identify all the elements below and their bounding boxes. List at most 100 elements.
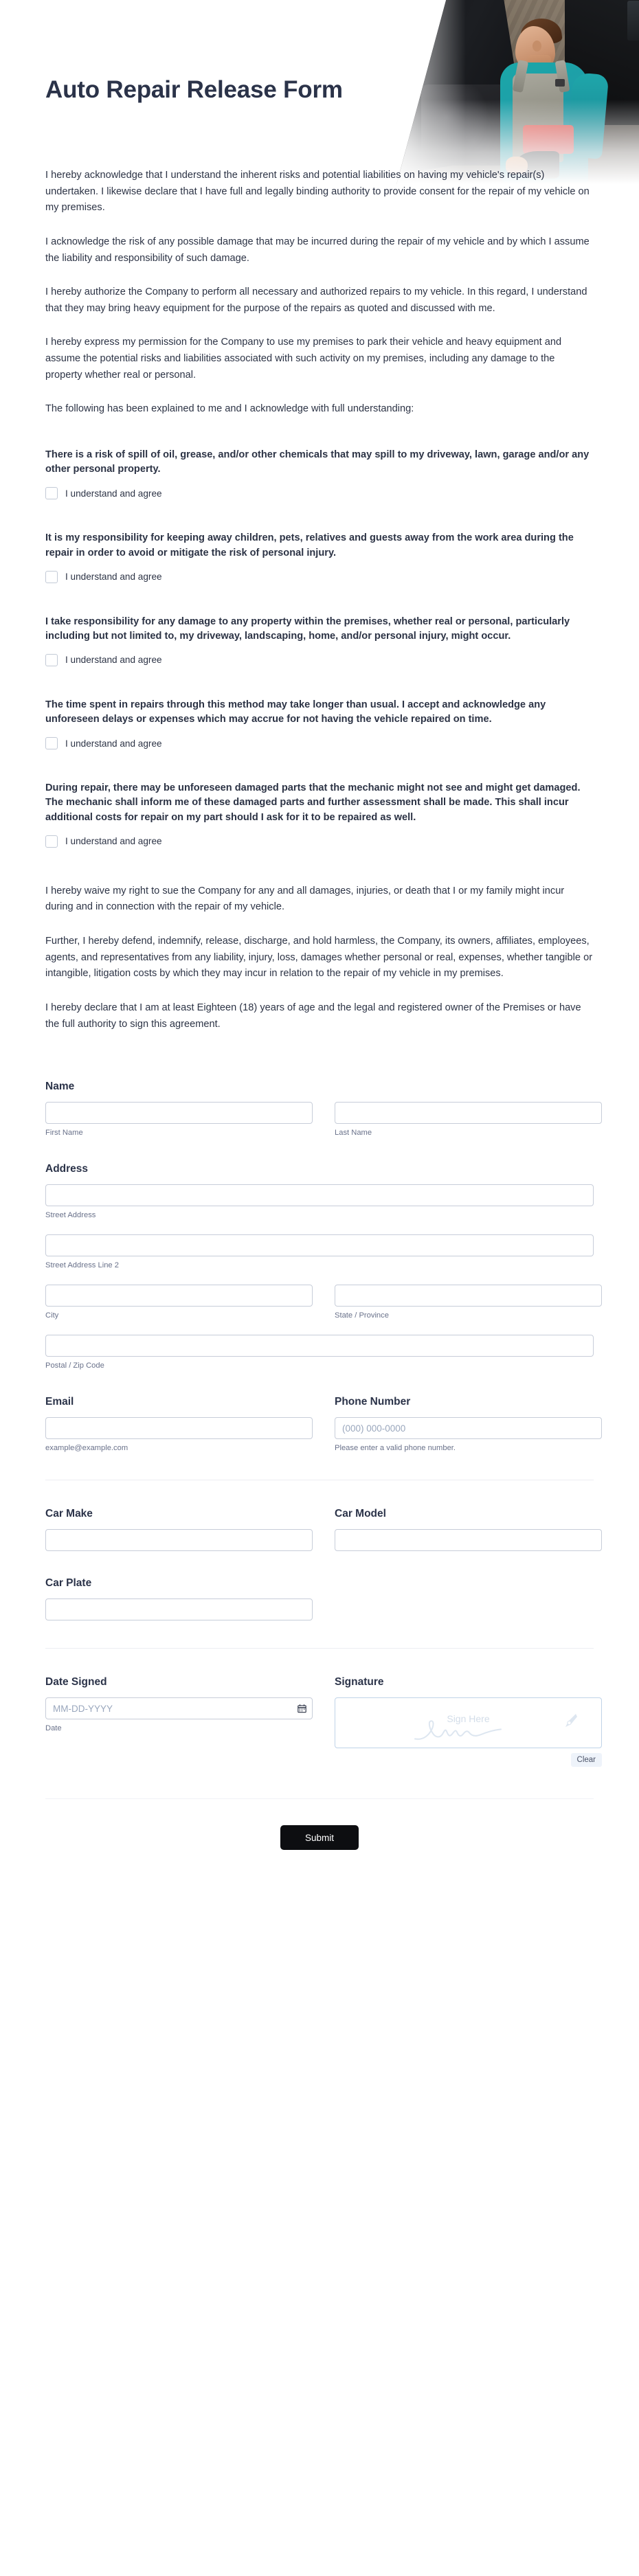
submit-button[interactable]: Submit: [280, 1825, 359, 1851]
city-input[interactable]: [45, 1285, 313, 1307]
checkbox-icon[interactable]: [45, 835, 58, 848]
checkbox-label: I understand and agree: [65, 655, 162, 666]
field-group-name: Name First Name Last Name: [45, 1081, 602, 1137]
car-make-label: Car Make: [45, 1508, 93, 1520]
street-address-sublabel: Street Address: [45, 1211, 96, 1220]
intro-paragraph: I acknowledge the risk of any possible d…: [45, 236, 590, 264]
email-sublabel: example@example.com: [45, 1444, 128, 1453]
signature-pad[interactable]: Sign Here: [335, 1697, 602, 1749]
signature-label: Signature: [335, 1676, 384, 1688]
car-make-col: Car Make: [45, 1508, 313, 1552]
postal-code-row: Postal / Zip Code: [45, 1335, 594, 1370]
car-make-input[interactable]: [45, 1529, 313, 1552]
phone-sublabel: Please enter a valid phone number.: [335, 1444, 456, 1453]
state-province-sublabel: State / Province: [335, 1311, 389, 1320]
phone-col: Phone Number Please enter a valid phone …: [335, 1396, 602, 1452]
last-name-input[interactable]: [335, 1102, 602, 1125]
car-plate-label: Car Plate: [45, 1577, 92, 1590]
field-group-car-plate: Car Plate: [45, 1577, 594, 1621]
name-row: First Name Last Name: [45, 1102, 602, 1137]
checkbox-label: I understand and agree: [65, 488, 162, 499]
consent-item: The time spent in repairs through this m…: [45, 698, 594, 750]
calendar-icon[interactable]: [298, 1704, 306, 1713]
consent-checkbox-row[interactable]: I understand and agree: [45, 653, 594, 666]
date-signed-col: Date Signed MM-DD-YYYY Date: [45, 1676, 313, 1767]
first-name-col: First Name: [45, 1102, 313, 1137]
intro-paragraphs: I hereby acknowledge that I understand t…: [45, 168, 594, 418]
checkbox-label: I understand and agree: [65, 738, 162, 749]
street-address-2-input[interactable]: [45, 1234, 594, 1257]
form-page: Auto Repair Release Form I hereby acknow…: [0, 0, 639, 1883]
address-label: Address: [45, 1163, 89, 1175]
form-fields: Name First Name Last Name Address Street…: [45, 1081, 602, 1767]
checkbox-icon[interactable]: [45, 570, 58, 583]
email-label: Email: [45, 1396, 74, 1408]
checkbox-icon[interactable]: [45, 737, 58, 750]
checkbox-label: I understand and agree: [65, 572, 162, 583]
first-name-input[interactable]: [45, 1102, 313, 1125]
consent-statement: During repair, there may be unforeseen d…: [45, 782, 581, 823]
consent-checkbox-row[interactable]: I understand and agree: [45, 487, 594, 500]
consent-checkbox-row[interactable]: I understand and agree: [45, 737, 594, 750]
consent-item: During repair, there may be unforeseen d…: [45, 781, 594, 848]
date-signed-input[interactable]: [45, 1697, 313, 1720]
consent-statement: There is a risk of spill of oil, grease,…: [45, 449, 590, 475]
consent-list: There is a risk of spill of oil, grease,…: [45, 448, 594, 848]
email-col: Email example@example.com: [45, 1396, 313, 1452]
car-model-label: Car Model: [335, 1508, 386, 1520]
car-model-input[interactable]: [335, 1529, 602, 1552]
city-col: City: [45, 1285, 313, 1320]
consent-checkbox-row[interactable]: I understand and agree: [45, 835, 594, 848]
checkbox-icon[interactable]: [45, 653, 58, 666]
checkbox-icon[interactable]: [45, 487, 58, 500]
car-plate-row: Car Plate: [45, 1577, 594, 1621]
phone-label: Phone Number: [335, 1396, 411, 1408]
street-address-row: Street Address: [45, 1184, 594, 1219]
last-name-col: Last Name: [335, 1102, 602, 1137]
field-group-car-make-model: Car Make Car Model: [45, 1508, 602, 1552]
street-address-2-row: Street Address Line 2: [45, 1234, 594, 1269]
outro-paragraph: Further, I hereby defend, indemnify, rel…: [45, 936, 593, 980]
city-sublabel: City: [45, 1311, 59, 1320]
first-name-sublabel: First Name: [45, 1129, 83, 1138]
submit-area: Submit: [45, 1799, 594, 1883]
intro-paragraph: I hereby authorize the Company to perfor…: [45, 286, 587, 314]
postal-code-sublabel: Postal / Zip Code: [45, 1362, 104, 1370]
signature-clear-row: Clear: [335, 1753, 602, 1767]
date-signature-row: Date Signed MM-DD-YYYY Date Signature Si…: [45, 1676, 602, 1767]
signature-col: Signature Sign Here Clear: [335, 1676, 602, 1767]
city-state-row: City State / Province: [45, 1285, 602, 1320]
street-address-input[interactable]: [45, 1184, 594, 1207]
clear-signature-button[interactable]: Clear: [570, 1753, 602, 1767]
car-plate-input[interactable]: [45, 1598, 313, 1621]
state-province-input[interactable]: [335, 1285, 602, 1307]
consent-item: There is a risk of spill of oil, grease,…: [45, 448, 594, 500]
consent-checkbox-row[interactable]: I understand and agree: [45, 570, 594, 583]
consent-item: It is my responsibility for keeping away…: [45, 531, 594, 583]
field-group-email-phone: Email example@example.com Phone Number P…: [45, 1396, 602, 1452]
street-address-2-sublabel: Street Address Line 2: [45, 1261, 119, 1270]
consent-statement: I take responsibility for any damage to …: [45, 615, 570, 642]
field-group-date-signature: Date Signed MM-DD-YYYY Date Signature Si…: [45, 1676, 602, 1767]
phone-input[interactable]: [335, 1417, 602, 1440]
intro-paragraph: The following has been explained to me a…: [45, 403, 414, 415]
intro-paragraph: I hereby express my permission for the C…: [45, 337, 562, 381]
name-label: Name: [45, 1081, 75, 1093]
consent-statement: It is my responsibility for keeping away…: [45, 532, 574, 558]
field-group-address: Address Street Address Street Address Li…: [45, 1163, 602, 1370]
consent-statement: The time spent in repairs through this m…: [45, 699, 546, 725]
email-input[interactable]: [45, 1417, 313, 1440]
checkbox-label: I understand and agree: [65, 836, 162, 847]
postal-code-input[interactable]: [45, 1335, 594, 1357]
date-signed-sublabel: Date: [45, 1724, 62, 1733]
state-col: State / Province: [335, 1285, 602, 1320]
car-plate-spacer: [335, 1577, 602, 1620]
car-plate-col: Car Plate: [45, 1577, 313, 1621]
page-title: Auto Repair Release Form: [45, 76, 343, 103]
date-input-wrapper: [45, 1697, 313, 1720]
outro-paragraphs: I hereby waive my right to sue the Compa…: [45, 883, 594, 1032]
pen-nib-icon: [565, 1714, 577, 1728]
signature-squiggle-icon: [414, 1720, 502, 1741]
car-model-col: Car Model: [335, 1508, 602, 1552]
car-make-model-row: Car Make Car Model: [45, 1508, 602, 1552]
